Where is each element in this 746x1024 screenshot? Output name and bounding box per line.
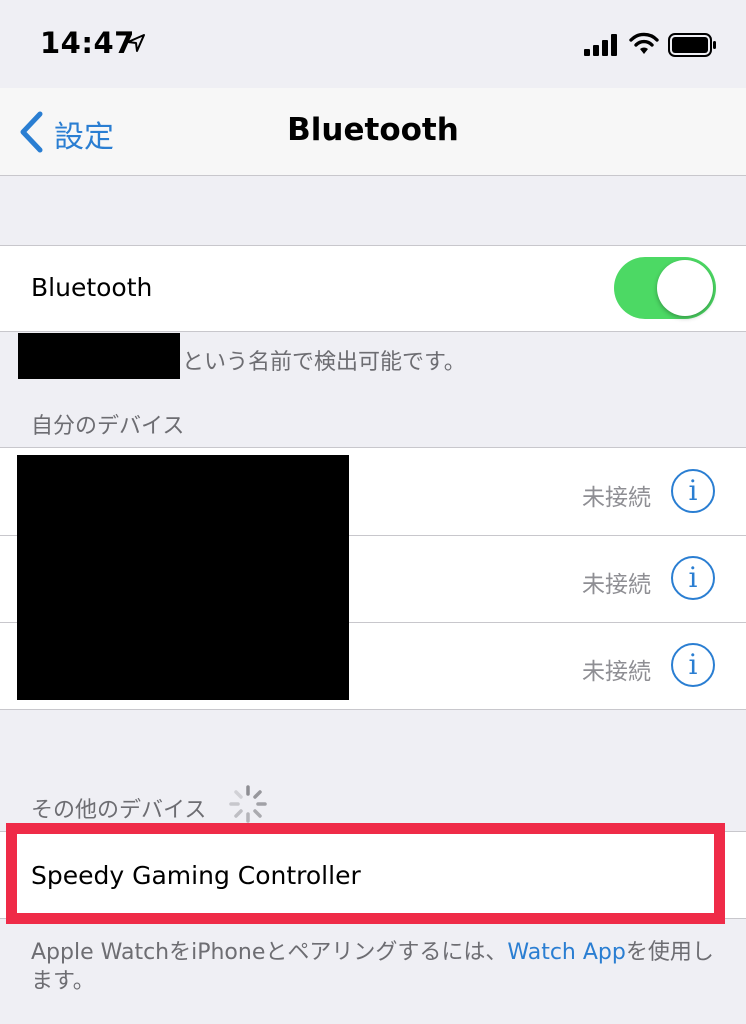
pairing-note-text: Apple WatchをiPhoneとペアリングするには、	[31, 940, 508, 965]
redacted-device-names	[17, 455, 349, 700]
signal-icon	[584, 34, 617, 56]
info-icon[interactable]: i	[671, 469, 715, 513]
bluetooth-label: Bluetooth	[31, 273, 153, 302]
loading-spinner-icon	[229, 785, 267, 823]
pairing-note: Apple WatchをiPhoneとペアリングするには、Watch Appを使…	[31, 938, 721, 996]
device-status: 未接続	[582, 572, 651, 598]
device-status: 未接続	[582, 659, 651, 685]
info-icon[interactable]: i	[671, 556, 715, 600]
battery-icon	[668, 33, 716, 57]
my-devices-header: 自分のデバイス	[31, 414, 185, 439]
wifi-icon	[629, 32, 659, 54]
device-status: 未接続	[582, 485, 651, 511]
status-time: 14:47	[40, 26, 135, 60]
redacted-device-name	[18, 333, 180, 379]
highlight-box	[6, 823, 725, 924]
discoverable-text: という名前で検出可能です。	[182, 350, 466, 375]
location-arrow-icon	[127, 34, 145, 52]
page-title: Bluetooth	[287, 112, 459, 148]
toggle-knob	[657, 260, 713, 316]
other-devices-header: その他のデバイス	[31, 798, 207, 823]
info-icon[interactable]: i	[671, 643, 715, 687]
bluetooth-toggle[interactable]	[614, 257, 716, 319]
watch-app-link[interactable]: Watch App	[507, 940, 625, 965]
